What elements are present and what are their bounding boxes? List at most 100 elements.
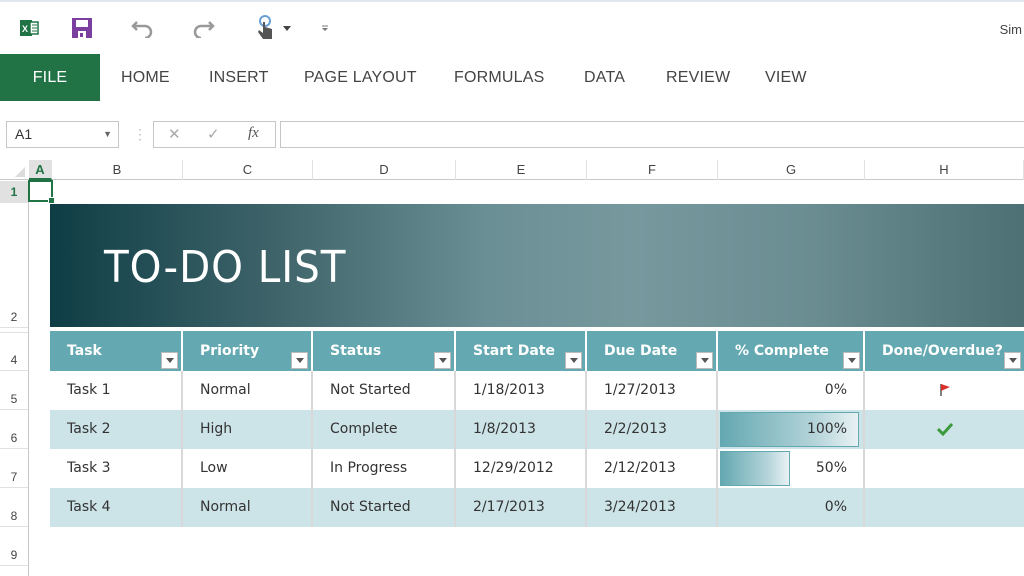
percent-value: 100% xyxy=(806,421,847,437)
cell-status[interactable]: Not Started xyxy=(313,371,456,410)
done-check-icon xyxy=(936,422,953,437)
customize-qat-icon[interactable] xyxy=(318,14,332,42)
column-header-g[interactable]: G xyxy=(718,160,865,180)
insert-function-icon[interactable]: fx xyxy=(248,125,259,142)
filter-dropdown-icon[interactable] xyxy=(434,352,451,369)
undo-icon[interactable] xyxy=(130,14,156,42)
row-headers: 1 2 4 5 6 7 8 9 xyxy=(0,181,29,576)
tab-data[interactable]: DATA xyxy=(584,54,625,101)
name-box[interactable]: A1 ▼ xyxy=(6,121,119,148)
cell-priority[interactable]: Normal xyxy=(183,488,313,527)
header-start-date: Start Date xyxy=(456,331,587,371)
column-header-f[interactable]: F xyxy=(587,160,718,180)
header-due-date: Due Date xyxy=(587,331,718,371)
cell-priority[interactable]: Normal xyxy=(183,371,313,410)
header-label: Start Date xyxy=(473,343,555,359)
excel-logo-icon: X xyxy=(18,14,40,42)
row-header-5[interactable]: 5 xyxy=(0,371,28,410)
filter-dropdown-icon[interactable] xyxy=(696,352,713,369)
cell-due-date[interactable]: 3/24/2013 xyxy=(587,488,718,527)
filter-dropdown-icon[interactable] xyxy=(291,352,308,369)
page-title: TO-DO LIST xyxy=(104,242,347,293)
header-label: % Complete xyxy=(735,343,829,359)
cell-done-overdue[interactable] xyxy=(865,410,1024,449)
chevron-down-icon[interactable]: ▼ xyxy=(103,122,112,147)
column-header-h[interactable]: H xyxy=(865,160,1024,180)
cell-task[interactable]: Task 4 xyxy=(50,488,183,527)
select-all-button[interactable] xyxy=(0,160,28,180)
header-status: Status xyxy=(313,331,456,371)
table-row: Task 3 Low In Progress 12/29/2012 2/12/2… xyxy=(50,449,1024,488)
row-header-8[interactable]: 8 xyxy=(0,488,28,527)
filter-dropdown-icon[interactable] xyxy=(161,352,178,369)
quick-access-toolbar: X Sim xyxy=(0,0,1024,52)
row-header-2[interactable]: 2 xyxy=(0,203,28,328)
cell-done-overdue[interactable] xyxy=(865,371,1024,410)
header-label: Status xyxy=(330,343,382,359)
row-header-6[interactable]: 6 xyxy=(0,410,28,449)
row-header-1[interactable]: 1 xyxy=(0,181,28,203)
column-header-e[interactable]: E xyxy=(456,160,587,180)
tab-file[interactable]: FILE xyxy=(0,54,100,101)
formula-buttons: ✕ ✓ fx xyxy=(153,121,276,148)
tab-home[interactable]: HOME xyxy=(121,54,170,101)
tab-insert[interactable]: INSERT xyxy=(209,54,269,101)
header-task: Task xyxy=(50,331,183,371)
cell-start-date[interactable]: 2/17/2013 xyxy=(456,488,587,527)
cell-done-overdue[interactable] xyxy=(865,488,1024,527)
ribbon-tabs: FILE HOME INSERT PAGE LAYOUT FORMULAS DA… xyxy=(0,54,1024,102)
tab-formulas[interactable]: FORMULAS xyxy=(454,54,545,101)
cell-percent-complete[interactable]: 0% xyxy=(718,371,865,410)
overdue-flag-icon xyxy=(939,384,950,396)
touch-mode-icon[interactable] xyxy=(250,14,294,42)
column-header-a[interactable]: A xyxy=(29,160,52,180)
header-label: Priority xyxy=(200,343,260,359)
progress-bar xyxy=(720,451,790,486)
cell-start-date[interactable]: 1/18/2013 xyxy=(456,371,587,410)
header-label: Due Date xyxy=(604,343,678,359)
cell-status[interactable]: In Progress xyxy=(313,449,456,488)
table-row: Task 1 Normal Not Started 1/18/2013 1/27… xyxy=(50,371,1024,410)
column-header-c[interactable]: C xyxy=(183,160,313,180)
row-header-7[interactable]: 7 xyxy=(0,449,28,488)
cell-status[interactable]: Complete xyxy=(313,410,456,449)
cell-start-date[interactable]: 12/29/2012 xyxy=(456,449,587,488)
cell-percent-complete[interactable]: 100% xyxy=(718,410,865,449)
cell-status[interactable]: Not Started xyxy=(313,488,456,527)
cell-percent-complete[interactable]: 50% xyxy=(718,449,865,488)
save-icon[interactable] xyxy=(70,14,94,42)
filter-dropdown-icon[interactable] xyxy=(843,352,860,369)
cell-priority[interactable]: Low xyxy=(183,449,313,488)
cell-due-date[interactable]: 2/2/2013 xyxy=(587,410,718,449)
header-label: Done/Overdue? xyxy=(882,343,1003,359)
cell-start-date[interactable]: 1/8/2013 xyxy=(456,410,587,449)
title-banner[interactable]: TO-DO LIST xyxy=(50,204,1024,327)
row-header-4[interactable]: 4 xyxy=(0,333,28,371)
user-name[interactable]: Sim xyxy=(1000,22,1022,37)
column-header-b[interactable]: B xyxy=(52,160,183,180)
tab-page-layout[interactable]: PAGE LAYOUT xyxy=(304,54,417,101)
header-priority: Priority xyxy=(183,331,313,371)
tab-view[interactable]: VIEW xyxy=(765,54,807,101)
cell-done-overdue[interactable] xyxy=(865,449,1024,488)
column-header-d[interactable]: D xyxy=(313,160,456,180)
cell-task[interactable]: Task 1 xyxy=(50,371,183,410)
filter-dropdown-icon[interactable] xyxy=(565,352,582,369)
cell-task[interactable]: Task 2 xyxy=(50,410,183,449)
filter-dropdown-icon[interactable] xyxy=(1004,352,1021,369)
row-header-9[interactable]: 9 xyxy=(0,527,28,566)
cell-task[interactable]: Task 3 xyxy=(50,449,183,488)
percent-value: 50% xyxy=(815,460,847,476)
enter-icon[interactable]: ✓ xyxy=(207,125,220,143)
cancel-icon[interactable]: ✕ xyxy=(168,125,181,143)
formula-input[interactable] xyxy=(280,121,1024,148)
active-cell-a1[interactable] xyxy=(28,180,55,204)
formula-bar-grip-icon[interactable]: ⋮ xyxy=(133,126,147,143)
redo-icon[interactable] xyxy=(190,14,216,42)
cell-percent-complete[interactable]: 0% xyxy=(718,488,865,527)
column-headers: A B C D E F G H xyxy=(0,160,1024,180)
cell-priority[interactable]: High xyxy=(183,410,313,449)
cell-due-date[interactable]: 2/12/2013 xyxy=(587,449,718,488)
cell-due-date[interactable]: 1/27/2013 xyxy=(587,371,718,410)
tab-review[interactable]: REVIEW xyxy=(666,54,730,101)
